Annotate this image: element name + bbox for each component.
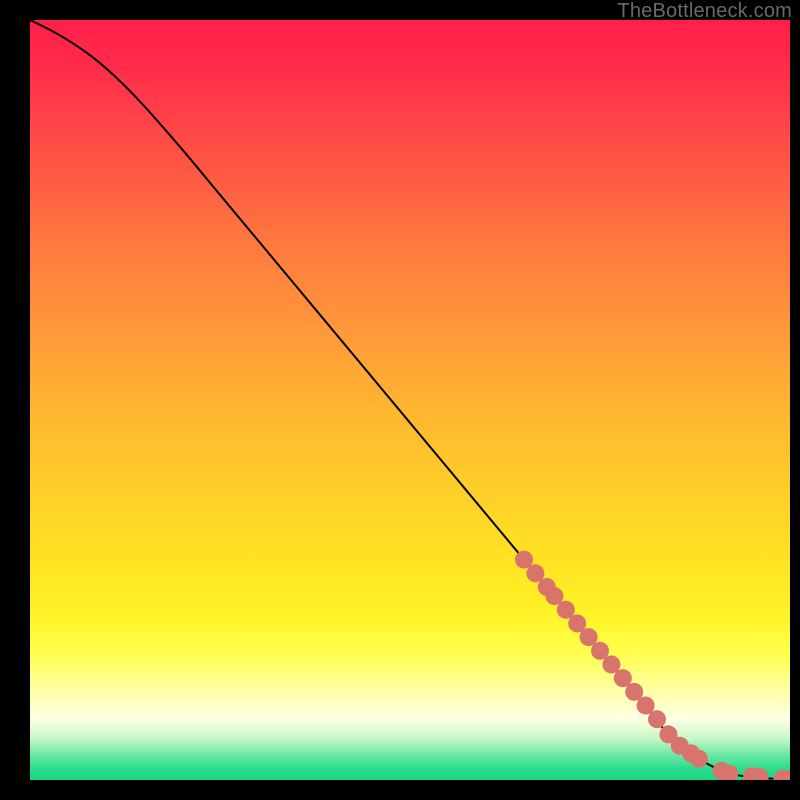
chart-frame: TheBottleneck.com [0, 0, 800, 800]
marker-dot [690, 750, 708, 768]
marker-points [515, 551, 790, 780]
curve-layer [30, 20, 790, 780]
bottleneck-curve [30, 20, 790, 779]
plot-area [30, 20, 790, 780]
attribution-text: TheBottleneck.com [617, 0, 792, 23]
marker-dot [648, 710, 666, 728]
